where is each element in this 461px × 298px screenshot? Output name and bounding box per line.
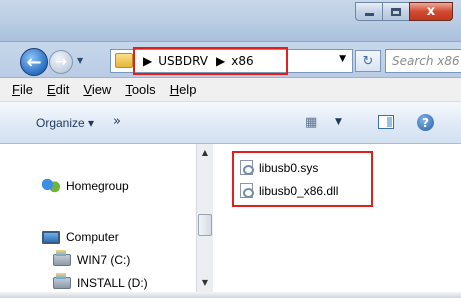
system-file-icon: [240, 160, 254, 175]
breadcrumb-item-usbdrv[interactable]: USBDRV: [158, 54, 208, 68]
highlight-box: libusb0.sys libusb0_x86.dll: [232, 151, 373, 207]
breadcrumb-chevron-icon[interactable]: ▶: [216, 54, 225, 68]
refresh-button[interactable]: ↻: [355, 50, 381, 72]
nav-item-label: Computer: [66, 230, 119, 244]
minimize-button[interactable]: [355, 2, 382, 21]
breadcrumb: ▶ USBDRV ▶ x86: [133, 47, 288, 75]
scroll-thumb[interactable]: [198, 214, 212, 236]
scroll-down-icon[interactable]: ▼: [197, 278, 213, 287]
back-arrow-icon: ←: [26, 51, 42, 73]
drive-icon: [53, 273, 71, 289]
more-commands-button[interactable]: »: [113, 114, 121, 129]
nav-item-label: INSTALL (D:): [77, 276, 148, 290]
menu-item-view[interactable]: View: [83, 82, 111, 97]
folder-icon: [115, 53, 133, 68]
caption-buttons: x: [355, 2, 453, 21]
menu-bar: File Edit View Tools Help: [0, 78, 461, 102]
forward-arrow-icon: →: [55, 54, 67, 70]
address-dropdown-icon[interactable]: ▼: [339, 54, 346, 64]
nav-item-homegroup[interactable]: Homegroup: [42, 178, 129, 194]
command-bar: Organize ▾ » ▦ ▼ ?: [0, 102, 461, 144]
close-button[interactable]: x: [409, 2, 453, 21]
homegroup-icon: [42, 178, 60, 194]
nav-item-label: WIN7 (C:): [77, 253, 131, 267]
navigation-pane: Homegroup Computer WIN7 (C:) INSTALL (D:…: [0, 144, 196, 298]
nav-item-label: Homegroup: [66, 179, 129, 193]
maximize-icon: [391, 7, 401, 16]
help-icon[interactable]: ?: [417, 114, 434, 131]
search-input[interactable]: Search x86: [385, 49, 461, 73]
breadcrumb-chevron-icon[interactable]: ▶: [143, 54, 152, 68]
computer-icon: [42, 230, 60, 244]
file-item-libusb0-sys[interactable]: libusb0.sys: [240, 160, 318, 175]
breadcrumb-item-x86[interactable]: x86: [231, 54, 253, 68]
file-name: libusb0.sys: [259, 160, 319, 175]
view-options-dropdown-icon[interactable]: ▼: [335, 117, 342, 127]
navigation-scrollbar[interactable]: ▲ ▼: [196, 144, 213, 298]
organize-button[interactable]: Organize ▾: [36, 116, 94, 130]
close-icon: x: [426, 4, 436, 19]
file-item-libusb0-x86-dll[interactable]: libusb0_x86.dll: [240, 183, 338, 198]
dll-file-icon: [240, 183, 254, 198]
menu-item-tools[interactable]: Tools: [125, 82, 155, 97]
scroll-up-icon[interactable]: ▲: [197, 148, 213, 157]
nav-item-install-drive[interactable]: INSTALL (D:): [53, 273, 148, 290]
window-bottom-edge: [0, 292, 461, 298]
title-bar: x: [0, 0, 461, 42]
file-name: libusb0_x86.dll: [259, 183, 339, 198]
back-button[interactable]: ←: [20, 48, 48, 76]
nav-item-win7-drive[interactable]: WIN7 (C:): [53, 250, 131, 267]
drive-icon: [53, 250, 71, 266]
forward-button[interactable]: →: [49, 50, 73, 74]
navigation-bar: ← → ▼ ▶ USBDRV ▶ x86 ▼ ↻ Search x86: [0, 42, 461, 78]
file-list-pane: libusb0.sys libusb0_x86.dll: [213, 144, 461, 298]
menu-item-edit[interactable]: Edit: [47, 82, 69, 97]
recent-pages-dropdown[interactable]: ▼: [77, 56, 83, 65]
preview-pane-icon[interactable]: [378, 115, 394, 129]
refresh-icon: ↻: [362, 53, 374, 69]
menu-item-help[interactable]: Help: [170, 82, 197, 97]
menu-item-file[interactable]: File: [12, 82, 33, 97]
maximize-button[interactable]: [382, 2, 409, 21]
change-view-icon[interactable]: ▦: [305, 115, 317, 130]
nav-item-computer[interactable]: Computer: [42, 230, 119, 244]
address-bar[interactable]: ▶ USBDRV ▶ x86 ▼: [110, 47, 353, 75]
minimize-icon: [364, 13, 374, 16]
